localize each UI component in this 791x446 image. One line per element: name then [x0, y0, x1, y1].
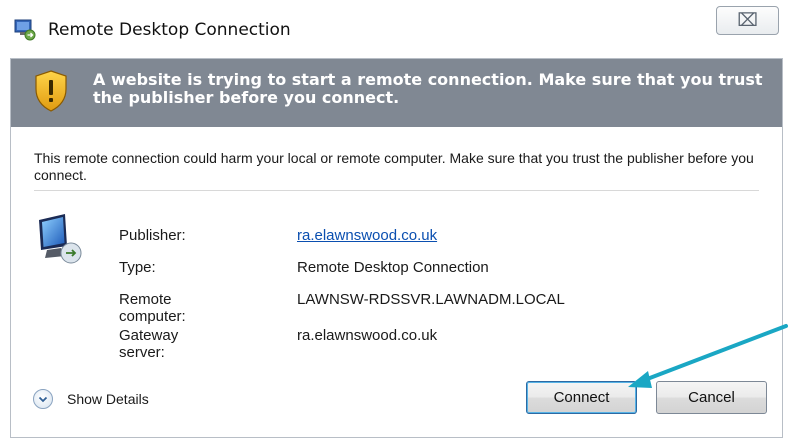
security-warning-banner: A website is trying to start a remote co…	[11, 59, 782, 127]
risk-message: This remote connection could harm your l…	[34, 150, 754, 183]
gateway-value: ra.elawnswood.co.uk	[297, 327, 438, 344]
close-button[interactable]: ⌧	[716, 6, 779, 35]
publisher-link[interactable]: ra.elawnswood.co.uk	[297, 227, 437, 244]
remote-computer-label: Remote computer:	[119, 291, 186, 325]
remote-computer-icon	[39, 214, 82, 264]
warning-shield-icon	[35, 70, 67, 112]
connect-button[interactable]: Connect	[526, 381, 637, 414]
type-value: Remote Desktop Connection	[297, 259, 489, 276]
title-bar: Remote Desktop Connection ⌧	[0, 0, 791, 58]
gateway-label: Gateway server:	[119, 327, 179, 361]
remote-desktop-icon	[14, 19, 36, 41]
window-title: Remote Desktop Connection	[48, 20, 291, 40]
chevron-down-icon[interactable]	[33, 389, 53, 409]
publisher-label: Publisher:	[119, 227, 186, 244]
type-label: Type:	[119, 259, 156, 276]
divider	[34, 190, 759, 191]
dialog-content: A website is trying to start a remote co…	[10, 58, 783, 438]
cancel-button[interactable]: Cancel	[656, 381, 767, 414]
rdp-dialog: Remote Desktop Connection ⌧ A website is…	[0, 0, 791, 446]
remote-computer-value: LAWNSW-RDSSVR.LAWNADM.LOCAL	[297, 291, 565, 308]
warning-text: A website is trying to start a remote co…	[93, 70, 763, 107]
show-details-label[interactable]: Show Details	[67, 391, 149, 407]
